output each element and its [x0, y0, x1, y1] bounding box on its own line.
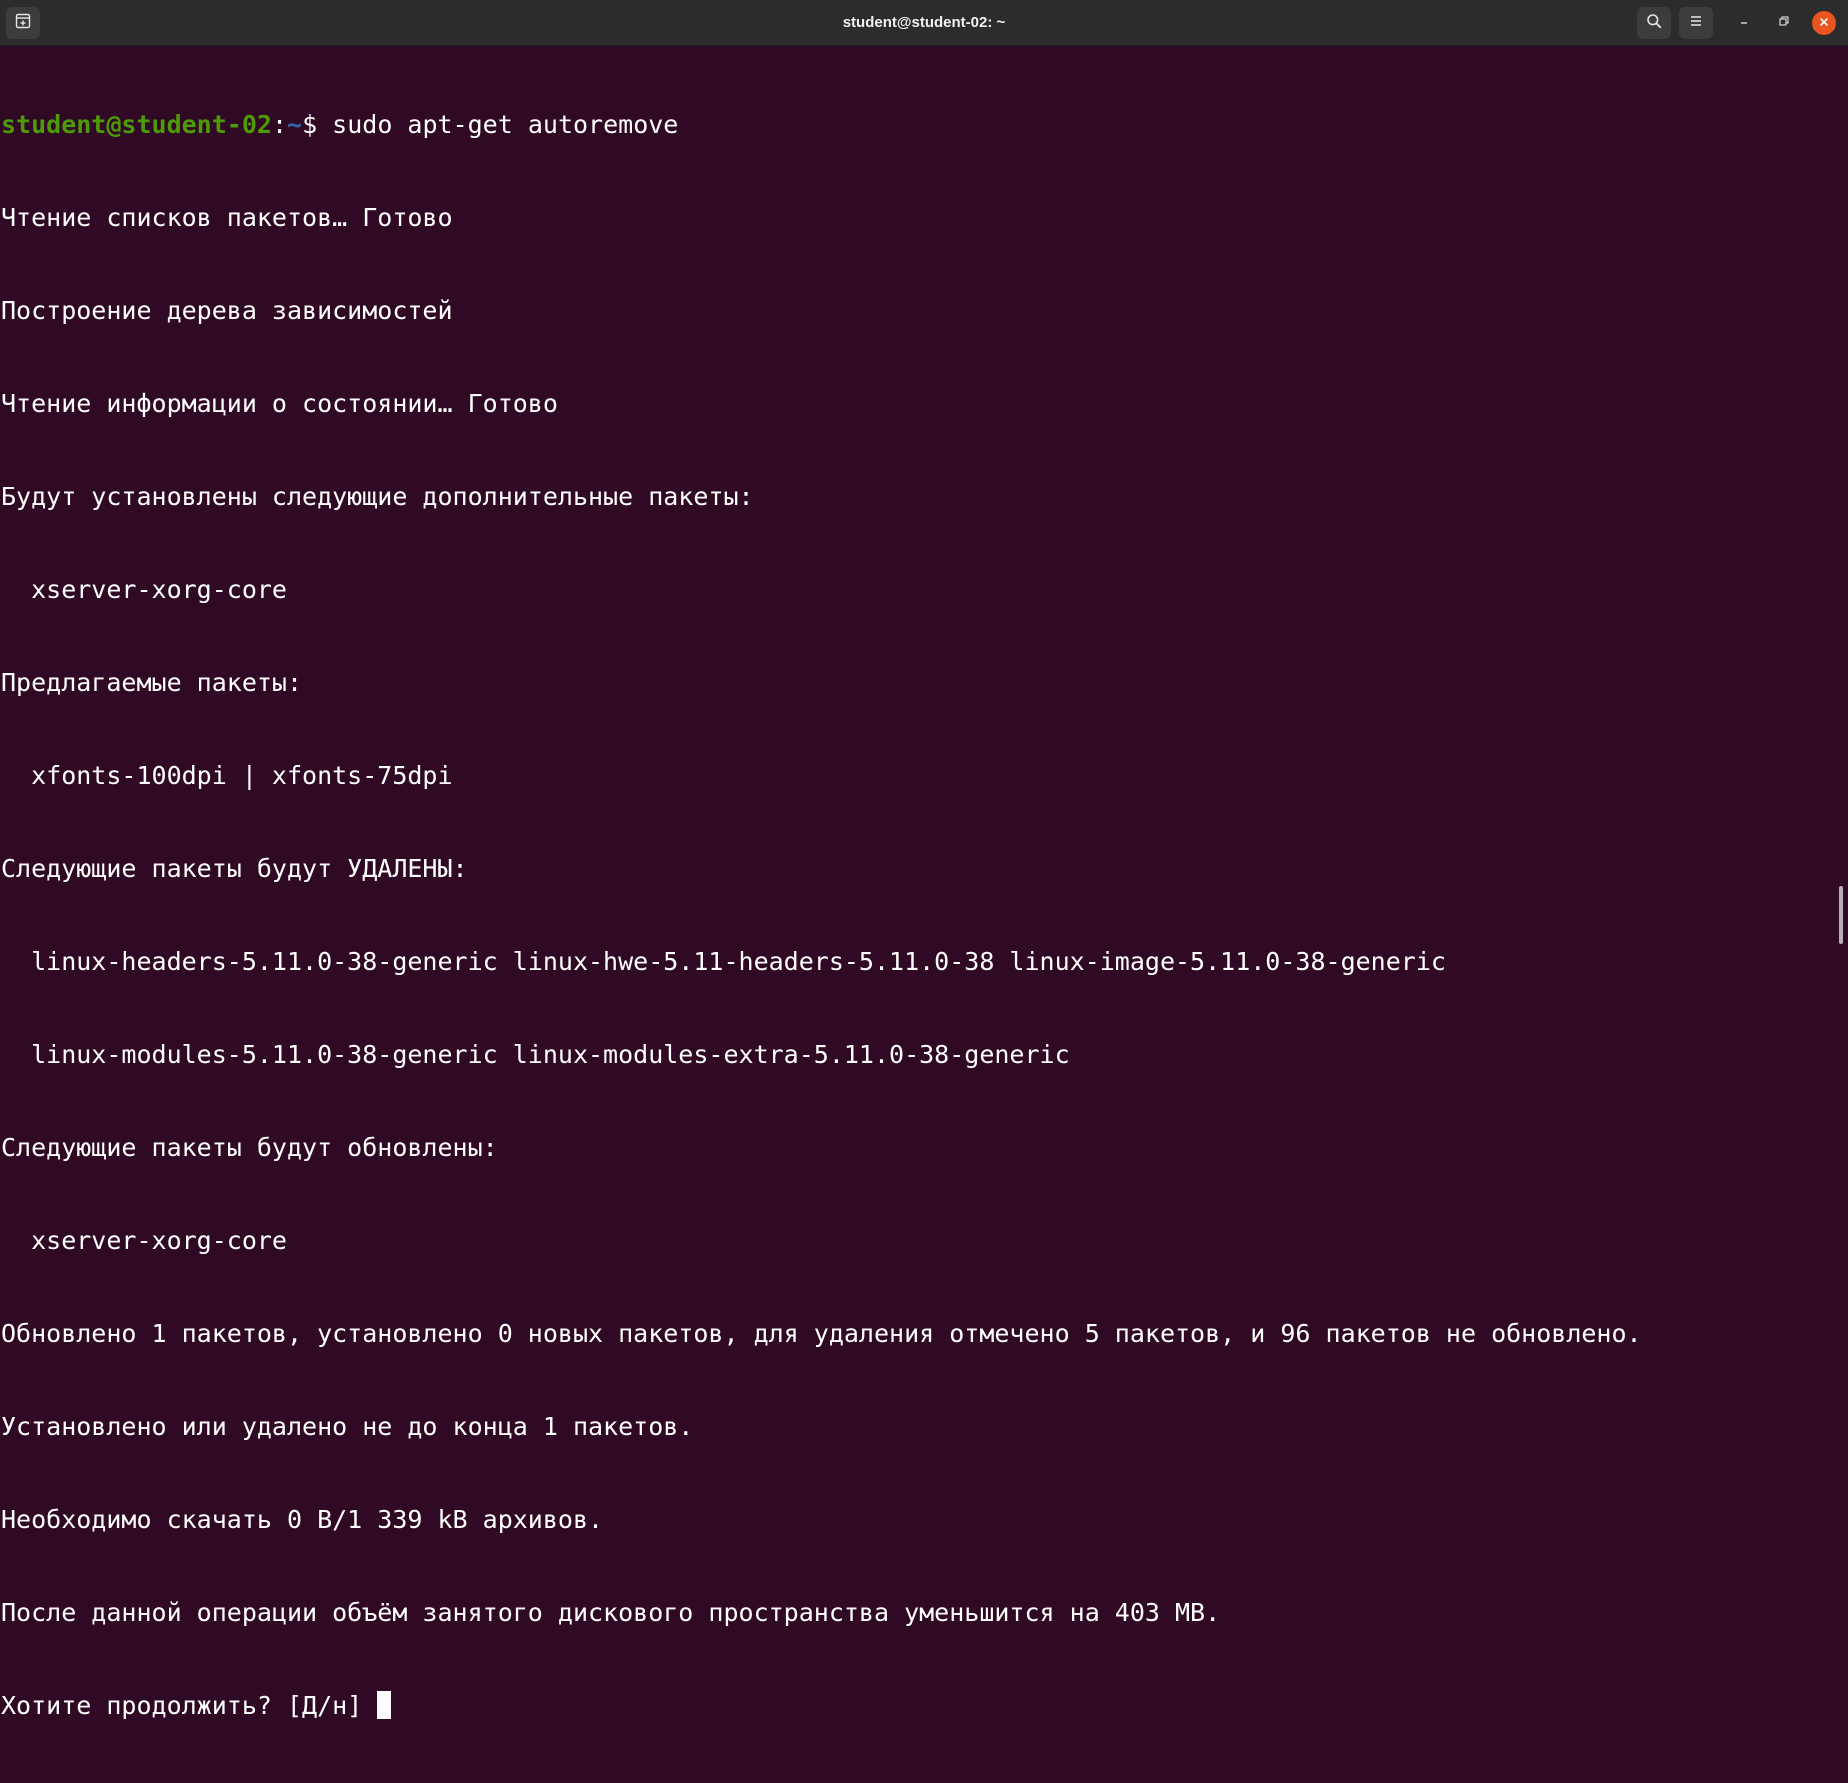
window-title: student@student-02: ~ [842, 14, 1006, 31]
hamburger-menu-icon [1688, 13, 1704, 34]
output-line: linux-headers-5.11.0-38-generic linux-hw… [1, 947, 1446, 976]
prompt-line: student@student-02:~$ sudo apt-get autor… [1, 109, 1848, 140]
output-line: После данной операции объём занятого дис… [1, 1598, 1221, 1627]
output-line: Чтение списков пакетов… Готово [1, 203, 453, 232]
prompt-path: ~ [287, 110, 303, 139]
output-line: Следующие пакеты будут УДАЛЕНЫ: [1, 854, 468, 883]
menu-button[interactable] [1679, 7, 1713, 39]
minimize-icon [1738, 14, 1750, 32]
output-line: Чтение информации о состоянии… Готово [1, 389, 558, 418]
output-line: Построение дерева зависимостей [1, 296, 453, 325]
output-line: xserver-xorg-core [1, 1226, 287, 1255]
new-tab-icon [15, 13, 31, 34]
output-line: Следующие пакеты будут обновлены: [1, 1133, 498, 1162]
terminal-window: student@student-02: ~ student@student-02… [0, 0, 1848, 1720]
output-line: Установлено или удалено не до конца 1 па… [1, 1412, 694, 1441]
confirm-question: Хотите продолжить? [Д/н] [1, 1691, 378, 1720]
text-cursor [377, 1691, 392, 1719]
maximize-icon [1778, 14, 1790, 32]
close-button[interactable] [1812, 11, 1836, 35]
close-icon [1819, 14, 1829, 32]
output-line: Будут установлены следующие дополнительн… [1, 482, 754, 511]
output-line: Предлагаемые пакеты: [1, 668, 303, 697]
search-icon [1646, 13, 1662, 34]
prompt-symbol: $ [302, 110, 333, 139]
prompt-separator: : [271, 110, 287, 139]
output-line: xfonts-100dpi | xfonts-75dpi [1, 761, 453, 790]
search-button[interactable] [1637, 7, 1671, 39]
output-line: xserver-xorg-core [1, 575, 287, 604]
prompt-command: sudo apt-get autoremove [332, 110, 679, 139]
new-tab-button[interactable] [6, 7, 40, 39]
title-bar: student@student-02: ~ [0, 0, 1848, 46]
output-line: linux-modules-5.11.0-38-generic linux-mo… [1, 1040, 1070, 1069]
minimize-button[interactable] [1728, 7, 1760, 39]
terminal-output[interactable]: student@student-02:~$ sudo apt-get autor… [0, 46, 1848, 1720]
maximize-button[interactable] [1768, 7, 1800, 39]
output-line: Необходимо скачать 0 B/1 339 kB архивов. [1, 1505, 604, 1534]
prompt-user-host: student@student-02 [1, 110, 272, 139]
output-line: Обновлено 1 пакетов, установлено 0 новых… [1, 1319, 1642, 1348]
scrollbar-thumb[interactable] [1839, 886, 1843, 944]
confirm-line: Хотите продолжить? [Д/н] [1, 1690, 1848, 1721]
